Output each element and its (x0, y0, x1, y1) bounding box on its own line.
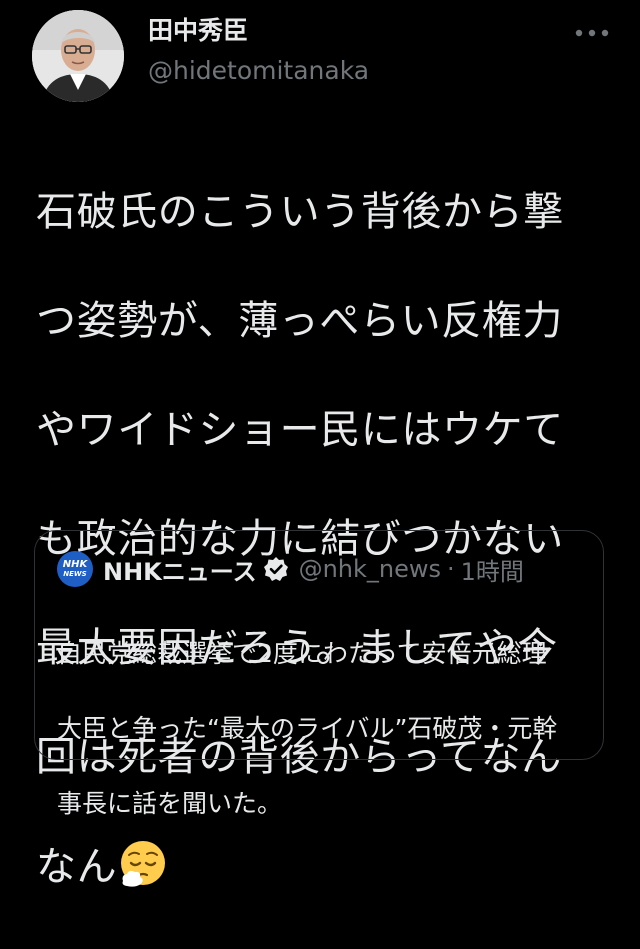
quoted-author-handle[interactable]: @nhk_news (299, 555, 441, 583)
quote-line: 事長に話を聞いた。 (57, 788, 283, 818)
nhk-news-logo-icon[interactable]: NHK NEWS (57, 551, 93, 587)
separator-dot: · (447, 555, 455, 583)
quoted-tweet-card[interactable]: NHK NEWS NHKニュース @nhk_news · 1時間 自民党総裁選挙… (34, 530, 604, 818)
verified-badge-icon (263, 556, 289, 582)
author-handle[interactable]: @hidetomitanaka (148, 55, 369, 87)
author-name[interactable]: 田中秀臣 (148, 14, 248, 48)
quoted-tweet-header: NHK NEWS NHKニュース @nhk_news · 1時間 (57, 551, 524, 587)
tweet-line: つ姿勢が、薄っぺらい反権力 (36, 297, 563, 344)
quoted-tweet-text: 自民党総裁選挙で2度にわたって安倍元総理 大臣と争った“最大のライバル”石破茂・… (57, 597, 587, 860)
tweet-line: やワイドショー民にはウケて (36, 406, 564, 453)
quote-line: 自民党総裁選挙で2度にわたって安倍元総理 (57, 638, 547, 668)
quoted-author-name[interactable]: NHKニュース (103, 552, 257, 587)
user-avatar-icon (32, 10, 124, 102)
more-options-button[interactable] (568, 18, 616, 48)
quoted-tweet-timestamp[interactable]: 1時間 (461, 552, 524, 587)
more-horizontal-icon (575, 29, 609, 37)
quote-line: 大臣と争った“最大のライバル”石破茂・元幹 (57, 713, 558, 743)
author-avatar[interactable] (32, 10, 124, 102)
tweet-line: 石破氏のこういう背後から撃 (36, 188, 564, 235)
